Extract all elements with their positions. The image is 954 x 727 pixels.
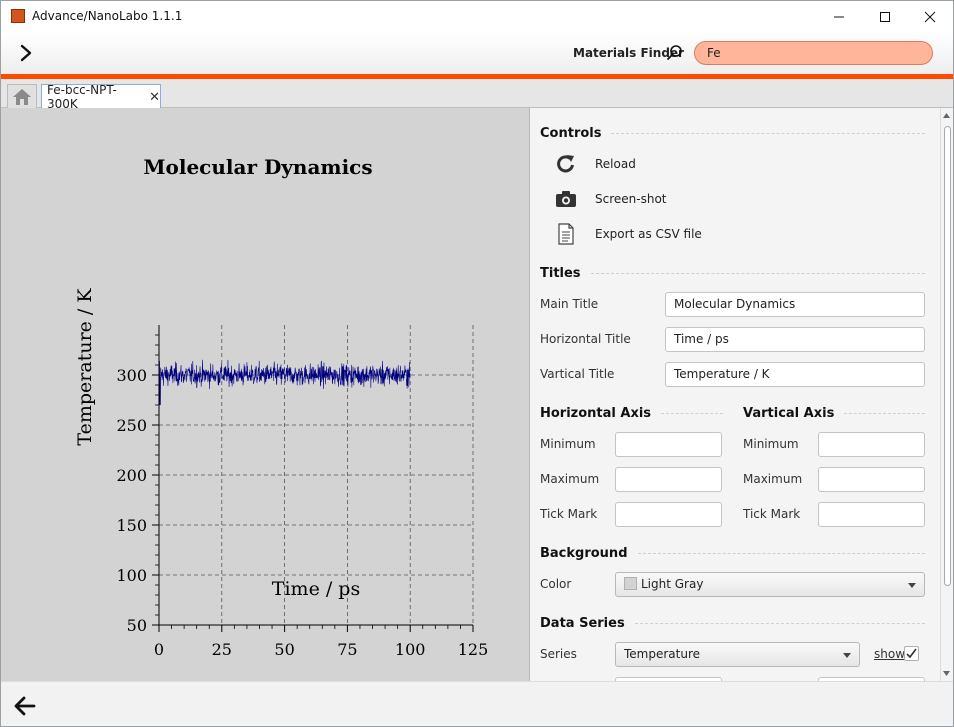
minimize-button[interactable] — [816, 1, 862, 32]
v-min-field[interactable] — [818, 432, 925, 457]
chart-title: Molecular Dynamics — [143, 155, 372, 179]
chevron-down-icon — [843, 653, 851, 658]
background-color-label: Color — [540, 577, 572, 591]
x-axis-title: Time / ps — [272, 578, 360, 600]
close-icon — [924, 11, 936, 22]
checkmark-icon — [906, 648, 917, 659]
scroll-up-icon[interactable] — [941, 111, 952, 121]
section-controls-title: Controls — [540, 126, 602, 141]
controls-panel: Controls Reload Screen-shot Export as CS… — [530, 108, 940, 681]
y-axis-title: Temperature / K — [74, 288, 96, 446]
app-window: Advance/NanoLabo 1.1.1 Materials Finder … — [0, 0, 954, 727]
show-checkbox[interactable] — [904, 646, 919, 661]
background-color-value: Light Gray — [641, 577, 704, 591]
reload-label: Reload — [595, 157, 636, 171]
horizontal-title-field[interactable]: Time / ps — [665, 327, 925, 352]
reload-button[interactable]: Reload — [554, 152, 636, 176]
x-tick-label: 25 — [212, 640, 232, 659]
section-background: Background — [540, 546, 925, 561]
vertical-title-label: Vartical Title — [540, 367, 615, 381]
series-label: Series — [540, 647, 577, 661]
reload-icon — [554, 152, 578, 176]
y-tick-label: 50 — [127, 616, 147, 635]
v-max-field[interactable] — [818, 467, 925, 492]
x-tick-label: 50 — [274, 640, 294, 659]
section-vertical-axis: Vartical Axis — [743, 406, 925, 421]
vertical-axis-title: Vartical Axis — [743, 406, 835, 421]
section-data-series: Data Series — [540, 616, 925, 631]
section-background-title: Background — [540, 546, 628, 561]
x-tick-label: 0 — [154, 640, 164, 659]
x-tick-label: 75 — [337, 640, 357, 659]
tab-bar: Fe-bcc-NPT-300K ✕ — [1, 79, 953, 111]
v-tick-label: Tick Mark — [743, 507, 801, 521]
scrollbar-thumb[interactable] — [944, 126, 951, 586]
toolbar: Materials Finder — [1, 32, 953, 74]
section-horizontal-axis: Horizontal Axis — [540, 406, 723, 421]
x-tick-label: 125 — [458, 640, 489, 659]
screenshot-button[interactable]: Screen-shot — [554, 187, 667, 211]
section-controls: Controls — [540, 126, 925, 141]
search-icon[interactable] — [666, 44, 684, 62]
export-csv-button[interactable]: Export as CSV file — [554, 222, 702, 246]
series-select[interactable]: Temperature — [615, 642, 860, 667]
section-titles-title: Titles — [540, 266, 581, 281]
horizontal-title-label: Horizontal Title — [540, 332, 631, 346]
h-min-label: Minimum — [540, 437, 596, 451]
home-icon — [13, 88, 31, 105]
x-tick-label: 100 — [395, 640, 426, 659]
y-tick-label: 150 — [116, 516, 147, 535]
horizontal-axis-title: Horizontal Axis — [540, 406, 652, 421]
v-tick-field[interactable] — [818, 502, 925, 527]
vertical-title-field[interactable]: Temperature / K — [665, 362, 925, 387]
title-bar: Advance/NanoLabo 1.1.1 — [1, 1, 953, 32]
close-button[interactable] — [907, 1, 953, 32]
maximize-button[interactable] — [862, 1, 908, 32]
arrow-left-icon[interactable] — [13, 694, 37, 718]
document-icon — [554, 222, 578, 246]
background-color-select[interactable]: Light Gray — [615, 572, 925, 597]
window-title: Advance/NanoLabo 1.1.1 — [32, 9, 183, 23]
y-tick-label: 100 — [116, 566, 147, 585]
maximize-icon — [880, 11, 890, 22]
controls-scrollbar[interactable] — [940, 108, 953, 681]
y-tick-label: 300 — [116, 366, 147, 385]
export-csv-label: Export as CSV file — [595, 227, 702, 241]
tab-label: Fe-bcc-NPT-300K — [47, 83, 117, 111]
color-swatch — [624, 577, 637, 590]
chart-pane: 0 25 50 75 100 125 50 100 150 200 250 300 Molecular… — [1, 108, 529, 681]
section-titles: Titles — [540, 266, 925, 281]
minimize-icon — [834, 16, 844, 17]
show-label[interactable]: show — [874, 647, 905, 661]
y-tick-label: 200 — [116, 466, 147, 485]
temperature-chart: 0 25 50 75 100 125 50 100 150 200 250 300 Molecular… — [74, 155, 489, 659]
series-value: Temperature — [624, 647, 701, 661]
tab-close-icon[interactable]: ✕ — [149, 90, 160, 105]
materials-search-input[interactable] — [694, 41, 933, 65]
chevron-right-icon[interactable] — [15, 42, 37, 64]
main-title-field[interactable]: Molecular Dynamics — [665, 292, 925, 317]
h-min-field[interactable] — [615, 432, 722, 457]
app-logo-icon — [11, 9, 25, 23]
h-tick-label: Tick Mark — [540, 507, 598, 521]
v-max-label: Maximum — [743, 472, 803, 486]
y-tick-label: 250 — [116, 416, 147, 435]
v-min-label: Minimum — [743, 437, 799, 451]
h-max-label: Maximum — [540, 472, 600, 486]
scroll-down-icon[interactable] — [941, 668, 952, 678]
screenshot-label: Screen-shot — [595, 192, 667, 206]
main-title-label: Main Title — [540, 297, 599, 311]
tab-fe-bcc-npt-300k[interactable]: Fe-bcc-NPT-300K ✕ — [41, 83, 161, 111]
bottom-bar — [1, 681, 953, 726]
h-max-field[interactable] — [615, 467, 722, 492]
camera-icon — [554, 187, 578, 211]
h-tick-field[interactable] — [615, 502, 722, 527]
section-data-series-title: Data Series — [540, 616, 625, 631]
chevron-down-icon — [908, 583, 916, 588]
tab-home[interactable] — [7, 84, 37, 108]
